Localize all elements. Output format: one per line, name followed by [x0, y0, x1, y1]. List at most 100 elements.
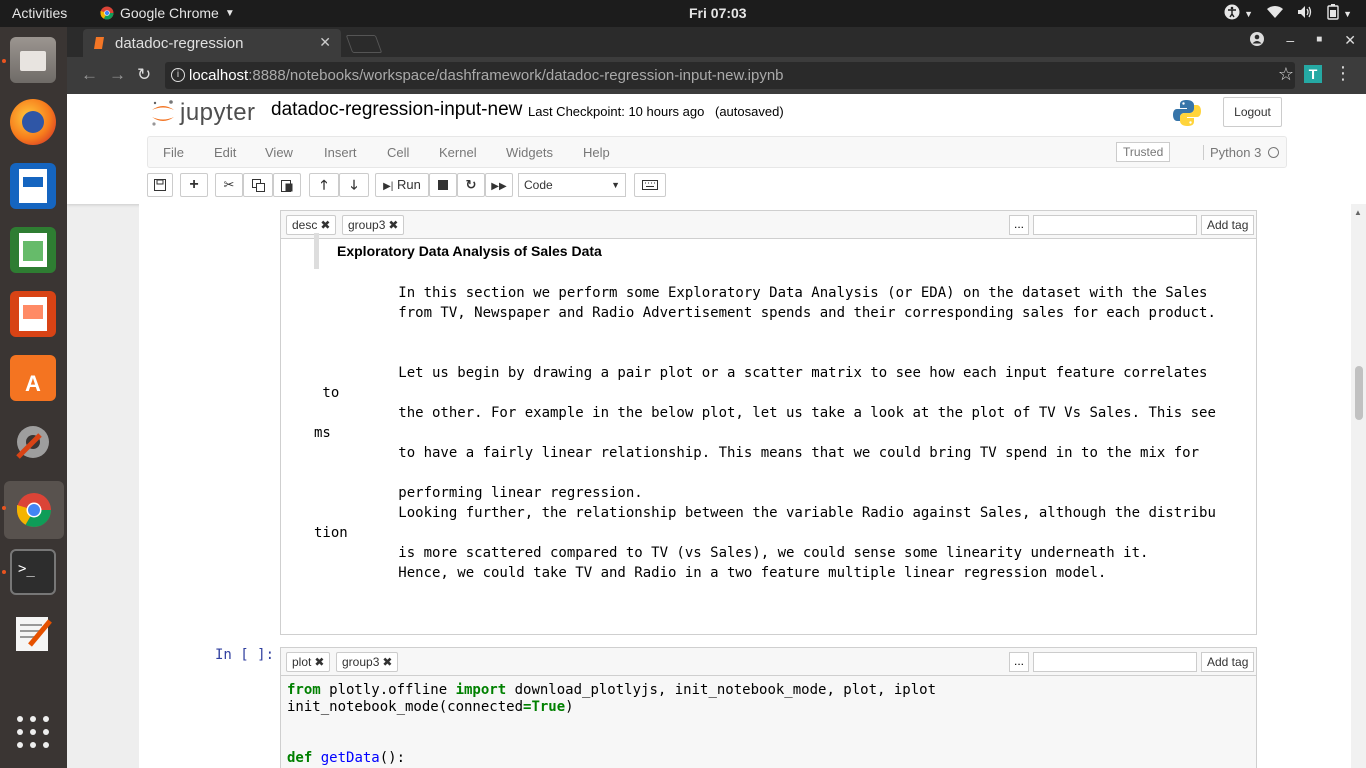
- chrome-toolbar: ← → ↻ i localhost:8888/notebooks/workspa…: [67, 57, 1366, 94]
- reload-icon[interactable]: ↻: [137, 65, 151, 85]
- insert-cell-button[interactable]: +: [180, 173, 208, 197]
- notebook-title[interactable]: datadoc-regression-input-new: [271, 99, 522, 121]
- code-keyword: True: [531, 699, 566, 715]
- terminal-icon[interactable]: >_: [10, 549, 56, 595]
- code-function-name: getData: [320, 750, 380, 766]
- extension-icon[interactable]: T: [1304, 65, 1322, 83]
- chrome-icon[interactable]: [4, 481, 64, 539]
- back-icon[interactable]: ←: [81, 65, 98, 85]
- minimize-icon[interactable]: –: [1286, 32, 1294, 49]
- close-icon[interactable]: ✕: [319, 34, 331, 51]
- menu-insert[interactable]: Insert: [324, 145, 357, 160]
- files-icon[interactable]: [10, 37, 56, 83]
- menu-help[interactable]: Help: [583, 145, 610, 160]
- tag-plot[interactable]: plot ✖: [286, 652, 331, 672]
- settings-icon[interactable]: [10, 419, 56, 465]
- code-editor[interactable]: from plotly.offline import download_plot…: [287, 682, 936, 767]
- tag-group3[interactable]: group3 ✖: [342, 215, 405, 235]
- menu-file[interactable]: File: [163, 145, 184, 160]
- markdown-cell[interactable]: desc ✖ group3 ✖ ... Add tag Exploratory Da…: [280, 210, 1257, 635]
- remove-tag-icon[interactable]: ✖: [388, 218, 398, 232]
- remove-tag-icon[interactable]: ✖: [382, 655, 392, 669]
- bookmark-star-icon[interactable]: ☆: [1278, 64, 1294, 85]
- code-cell[interactable]: plot ✖ group3 ✖ ... Add tag from plotly.of…: [280, 647, 1257, 768]
- jupyter-page: jupyter datadoc-regression-input-new Las…: [67, 94, 1366, 768]
- run-button[interactable]: ▶| Run: [375, 173, 429, 197]
- menu-kernel[interactable]: Kernel: [439, 145, 477, 160]
- cell-type-select[interactable]: Code ▼: [518, 173, 626, 197]
- text-editor-icon[interactable]: [10, 611, 56, 657]
- move-down-button[interactable]: 🡓: [339, 173, 369, 197]
- firefox-icon[interactable]: [10, 99, 56, 145]
- tag-input[interactable]: [1033, 215, 1197, 235]
- clock[interactable]: Fri 07:03: [689, 5, 747, 21]
- show-apps-icon[interactable]: [10, 709, 56, 755]
- chrome-menu-icon[interactable]: ⋮: [1334, 63, 1352, 84]
- battery-icon[interactable]: [1327, 4, 1339, 23]
- running-indicator: [2, 506, 6, 510]
- app-name: Google Chrome: [120, 5, 219, 21]
- scrollbar-thumb[interactable]: [1355, 366, 1363, 420]
- tag-desc[interactable]: desc ✖: [286, 215, 337, 235]
- gnome-top-bar: Activities Google Chrome ▼ Fri 07:03 ▼ ▼: [0, 0, 1366, 27]
- chrome-small-icon: [100, 6, 114, 20]
- app-menu[interactable]: Google Chrome ▼: [100, 5, 235, 21]
- forward-icon[interactable]: →: [109, 65, 126, 85]
- page-scrollbar[interactable]: ▲: [1351, 204, 1366, 768]
- browser-tab[interactable]: datadoc-regression ✕: [83, 29, 341, 57]
- close-window-icon[interactable]: ✕: [1344, 32, 1356, 49]
- code-keyword: def: [287, 750, 313, 766]
- tag-group3[interactable]: group3 ✖: [336, 652, 399, 672]
- remove-tag-icon[interactable]: ✖: [314, 655, 324, 669]
- trusted-badge[interactable]: Trusted: [1116, 142, 1171, 162]
- add-tag-button[interactable]: Add tag: [1201, 652, 1255, 672]
- writer-icon[interactable]: [10, 163, 56, 209]
- jupyter-logo-text: jupyter: [180, 99, 256, 126]
- scroll-up-icon[interactable]: ▲: [1354, 208, 1362, 217]
- kernel-name[interactable]: Python 3: [1203, 145, 1261, 160]
- add-tag-button[interactable]: Add tag: [1201, 215, 1255, 235]
- chevron-down-icon: ▼: [611, 180, 620, 190]
- activities-button[interactable]: Activities: [12, 5, 67, 21]
- command-palette-button[interactable]: [634, 173, 666, 197]
- wifi-icon[interactable]: [1267, 5, 1284, 22]
- info-icon[interactable]: i: [171, 68, 185, 82]
- menu-cell[interactable]: Cell: [387, 145, 409, 160]
- remove-tag-icon[interactable]: ✖: [320, 218, 330, 232]
- checkpoint-status[interactable]: Last Checkpoint: 10 hours ago: [528, 104, 704, 119]
- software-center-icon[interactable]: A: [10, 355, 56, 401]
- menu-edit[interactable]: Edit: [214, 145, 236, 160]
- new-tab-button[interactable]: [345, 35, 383, 53]
- save-button[interactable]: [147, 173, 173, 197]
- maximize-icon[interactable]: ■: [1316, 34, 1322, 49]
- calc-icon[interactable]: [10, 227, 56, 273]
- cut-button[interactable]: ✂: [215, 173, 243, 197]
- restart-button[interactable]: ↻: [457, 173, 485, 197]
- chrome-tab-bar: datadoc-regression ✕ – ■ ✕: [67, 27, 1366, 57]
- python-logo-icon: [1172, 98, 1202, 133]
- jupyter-favicon-icon: [94, 37, 104, 49]
- logout-button[interactable]: Logout: [1223, 97, 1282, 127]
- menu-widgets[interactable]: Widgets: [506, 145, 553, 160]
- paste-button[interactable]: [273, 173, 301, 197]
- menu-view[interactable]: View: [265, 145, 293, 160]
- tag-label: desc: [292, 218, 318, 232]
- impress-icon[interactable]: [10, 291, 56, 337]
- kernel-idle-icon: [1268, 147, 1279, 158]
- interrupt-button[interactable]: [429, 173, 457, 197]
- restart-run-all-button[interactable]: ▶▶: [485, 173, 513, 197]
- tag-more-button[interactable]: ...: [1009, 215, 1029, 235]
- address-bar[interactable]: i localhost:8888/notebooks/workspace/das…: [165, 62, 1295, 89]
- tag-input[interactable]: [1033, 652, 1197, 672]
- move-up-button[interactable]: 🡑: [309, 173, 339, 197]
- copy-button[interactable]: [243, 173, 273, 197]
- jupyter-logo[interactable]: jupyter: [150, 98, 256, 128]
- copy-icon: [251, 179, 265, 192]
- volume-icon[interactable]: [1297, 5, 1313, 22]
- system-tray[interactable]: ▼ ▼: [1224, 4, 1352, 23]
- account-icon[interactable]: [1250, 32, 1265, 49]
- tag-more-button[interactable]: ...: [1009, 652, 1029, 672]
- stop-icon: [438, 180, 448, 190]
- code-text: download_plotlyjs, init_notebook_mode, p…: [506, 682, 937, 698]
- accessibility-icon[interactable]: [1224, 4, 1240, 23]
